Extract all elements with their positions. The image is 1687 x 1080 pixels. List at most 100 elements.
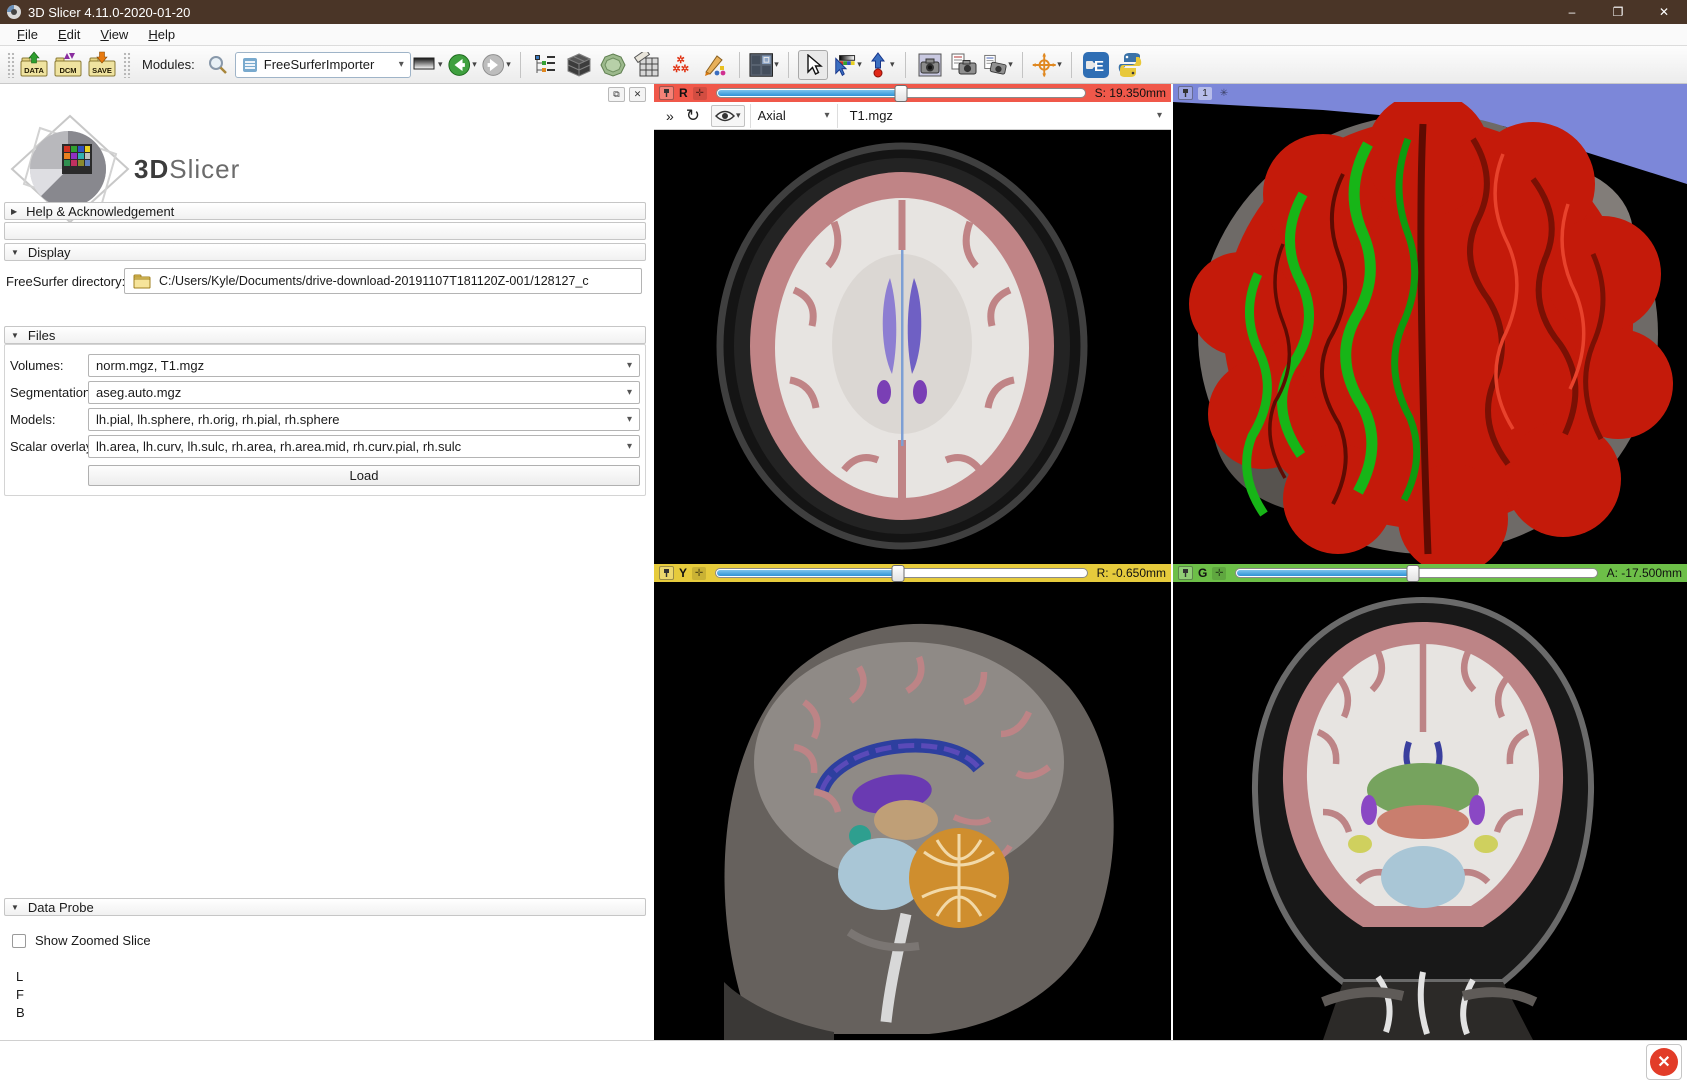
module-icon — [242, 57, 258, 73]
volumes-combo[interactable]: norm.mgz, T1.mgz ▾ — [88, 354, 640, 377]
save-button[interactable]: SAVE — [88, 50, 118, 80]
segmentations-combo[interactable]: aseg.auto.mgz ▾ — [88, 381, 640, 404]
volumes-label: Volumes: — [10, 358, 63, 373]
sagittal-slice-offset: R: -0.650mm — [1097, 566, 1166, 580]
volumes-value: norm.mgz, T1.mgz — [96, 358, 204, 373]
threed-scene[interactable] — [1173, 84, 1687, 564]
logo-slicer: Slicer — [169, 154, 240, 184]
sagittal-viewport[interactable]: Y ✛ R: -0.650mm — [654, 564, 1171, 1040]
data-probe-label: Data Probe — [28, 900, 94, 915]
restore-button[interactable]: ❐ — [1595, 0, 1641, 24]
rotate-to-volume-icon[interactable]: ↻ — [686, 106, 700, 126]
pin-icon[interactable] — [1178, 86, 1193, 100]
slice-crosshair-icon[interactable]: ✛ — [1212, 567, 1226, 580]
scene-view-restore-button[interactable]: ▾ — [983, 50, 1013, 80]
scene-view-capture-button[interactable] — [949, 50, 979, 80]
panel-undock-button[interactable]: ⧉ — [608, 87, 625, 102]
layout-selector-button[interactable]: ▾ — [749, 50, 779, 80]
crosshair-button[interactable]: ▾ — [1032, 50, 1062, 80]
volume-rendering-button[interactable] — [598, 50, 628, 80]
window-level-button[interactable]: ▾ — [832, 50, 862, 80]
axial-slice-image[interactable] — [654, 130, 1171, 564]
probe-row-f: F — [16, 987, 24, 1002]
orientation-selector[interactable]: Axial ▾ — [750, 104, 838, 128]
coronal-slice-slider[interactable] — [1235, 568, 1597, 578]
axial-view-label: R — [679, 86, 688, 100]
markups-module-button[interactable]: ✲✲✲ — [666, 50, 696, 80]
menu-help[interactable]: Help — [139, 25, 184, 44]
pin-icon[interactable] — [1178, 566, 1193, 580]
error-x: ✕ — [1657, 1052, 1670, 1072]
models-combo[interactable]: lh.pial, lh.sphere, rh.orig, rh.pial, rh… — [88, 408, 640, 431]
module-hierarchy-button[interactable] — [530, 50, 560, 80]
data-probe-section[interactable]: ▼ Data Probe — [4, 898, 646, 916]
menu-edit[interactable]: Edit — [49, 25, 89, 44]
error-log-button[interactable]: ✕ — [1646, 1044, 1682, 1080]
display-section[interactable]: ▼ Display — [4, 243, 646, 261]
module-history-button[interactable]: ▾ — [413, 50, 443, 80]
menu-file[interactable]: File — [8, 25, 47, 44]
search-icon — [207, 54, 229, 76]
slice-crosshair-icon[interactable]: ✛ — [693, 87, 707, 100]
load-data-button[interactable]: DATA — [20, 50, 50, 80]
chevron-down-icon: ▾ — [619, 387, 632, 398]
slider-handle[interactable] — [1406, 565, 1419, 582]
freesurfer-directory-field[interactable]: C:/Users/Kyle/Documents/drive-download-2… — [124, 268, 642, 294]
help-acknowledgement-section[interactable]: ▶ Help & Acknowledgement — [4, 202, 646, 220]
files-section[interactable]: ▼ Files — [4, 326, 646, 344]
volume-selector[interactable]: T1.mgz ▾ — [838, 104, 1171, 128]
load-dicom-button[interactable]: DCM — [54, 50, 84, 80]
volumes-module-button[interactable] — [632, 50, 662, 80]
history-icon — [413, 56, 437, 74]
slider-handle[interactable] — [891, 565, 904, 582]
minimize-button[interactable]: – — [1549, 0, 1595, 24]
python-console-button[interactable] — [1115, 50, 1145, 80]
pin-icon[interactable] — [659, 566, 674, 580]
axial-viewport[interactable]: R ✛ S: 19.350mm » ↻ ▾ — [654, 84, 1171, 564]
menu-view[interactable]: View — [91, 25, 137, 44]
modules-back-button[interactable]: ▾ — [447, 50, 477, 80]
coronal-viewport[interactable]: G ✛ A: -17.500mm — [1173, 564, 1687, 1040]
toolbar-grip[interactable] — [123, 52, 131, 78]
svg-text:DCM: DCM — [59, 66, 76, 75]
chevron-down-icon: ▾ — [472, 59, 477, 70]
freesurfer-directory-label: FreeSurfer directory: — [6, 274, 125, 289]
scalar-overlay-combo[interactable]: lh.area, lh.curv, lh.sulc, rh.area, rh.a… — [88, 435, 640, 458]
pin-icon[interactable] — [659, 86, 674, 100]
place-fiducial-button[interactable]: ▾ — [866, 50, 896, 80]
slice-visibility-button[interactable]: ▾ — [711, 105, 745, 127]
probe-row-b: B — [16, 1005, 25, 1020]
modules-forward-button[interactable]: ▾ — [481, 50, 511, 80]
screenshot-button[interactable] — [915, 50, 945, 80]
slider-handle[interactable] — [894, 85, 907, 102]
show-zoomed-slice-checkbox[interactable] — [12, 934, 26, 948]
collapsed-arrow-icon: ▶ — [11, 207, 17, 216]
toolbar-separator — [520, 52, 521, 78]
extensions-manager-button[interactable]: E — [1081, 50, 1111, 80]
window-title: 3D Slicer 4.11.0-2020-01-20 — [28, 5, 190, 20]
coronal-slice-image[interactable] — [1173, 582, 1687, 1040]
load-files-button[interactable]: Load — [88, 465, 640, 486]
chevron-down-icon: ▾ — [736, 110, 741, 121]
data-module-button[interactable] — [564, 50, 594, 80]
more-options-chevrons[interactable]: » — [666, 108, 674, 124]
spin-view-icon[interactable]: ✳ — [1217, 87, 1231, 100]
coronal-slice-offset: A: -17.500mm — [1607, 566, 1682, 580]
axial-view-bar: R ✛ S: 19.350mm — [654, 84, 1171, 102]
toolbar-grip[interactable] — [7, 52, 15, 78]
title-bar: 3D Slicer 4.11.0-2020-01-20 – ❐ ✕ — [0, 0, 1687, 24]
sagittal-slice-slider[interactable] — [715, 568, 1088, 578]
panel-close-button[interactable]: ✕ — [629, 87, 646, 102]
freesurfer-directory-value: C:/Users/Kyle/Documents/drive-download-2… — [159, 274, 589, 288]
module-selector[interactable]: FreeSurferImporter ▾ — [235, 52, 411, 78]
threed-viewport[interactable]: 1 ✳ — [1173, 84, 1687, 564]
annotations-button[interactable] — [700, 50, 730, 80]
axial-slice-slider[interactable] — [716, 88, 1086, 98]
mouse-interaction-button[interactable] — [798, 50, 828, 80]
sagittal-slice-image[interactable] — [654, 582, 1171, 1040]
module-search-button[interactable] — [203, 50, 233, 80]
slice-crosshair-icon[interactable]: ✛ — [692, 567, 706, 580]
help-acknowledgement-label: Help & Acknowledgement — [26, 204, 174, 219]
close-button[interactable]: ✕ — [1641, 0, 1687, 24]
toolbar-separator — [1022, 52, 1023, 78]
